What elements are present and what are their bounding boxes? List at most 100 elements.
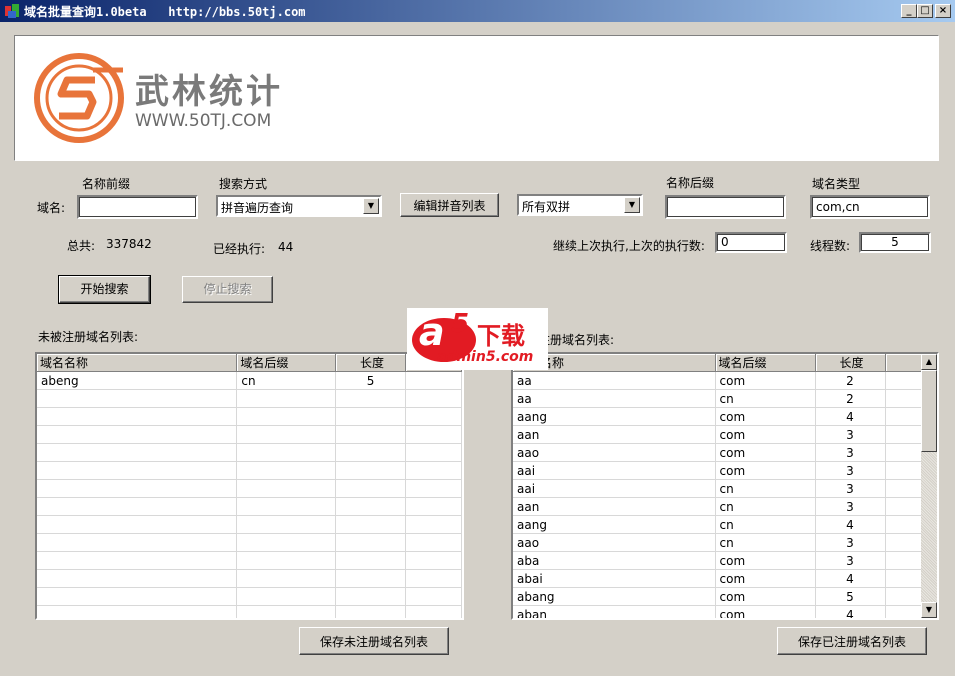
empty-table-row — [37, 551, 462, 570]
table-row[interactable]: aai cn 3 — [513, 479, 924, 498]
table-row[interactable]: abai com 4 — [513, 569, 924, 588]
save-unregistered-button[interactable]: 保存未注册域名列表 — [299, 627, 449, 655]
empty-table-row — [37, 515, 462, 534]
empty-cell — [885, 389, 924, 408]
table-row[interactable]: aban com 4 — [513, 605, 924, 618]
table-row[interactable]: abeng cn 5 — [37, 371, 462, 390]
suffix-cell: com — [715, 443, 816, 462]
length-cell: 2 — [815, 389, 886, 408]
empty-cell — [405, 461, 462, 480]
edit-pinyin-button[interactable]: 编辑拼音列表 — [400, 193, 499, 217]
column-header-length[interactable]: 长度 — [815, 354, 886, 372]
length-cell: 3 — [815, 425, 886, 444]
empty-cell — [405, 371, 462, 390]
suffix-cell: com — [715, 371, 816, 390]
table-row[interactable]: abang com 5 — [513, 587, 924, 606]
total-value: 337842 — [106, 237, 152, 251]
a5-watermark-logo: a 5 下载 admin5.com — [407, 308, 548, 370]
table-row[interactable]: aang com 4 — [513, 407, 924, 426]
length-cell: 4 — [815, 605, 886, 618]
domain-name-cell: aai — [513, 461, 716, 480]
suffix-cell: com — [715, 569, 816, 588]
table-row[interactable]: aang cn 4 — [513, 515, 924, 534]
prefix-input[interactable] — [77, 195, 198, 219]
resume-input[interactable]: 0 — [715, 232, 787, 253]
unregistered-table[interactable]: 域名名称 域名后缀 长度 abeng cn 5 — [35, 352, 464, 620]
empty-table-row — [37, 605, 462, 618]
empty-cell — [236, 587, 337, 606]
column-header-length[interactable]: 长度 — [335, 354, 406, 372]
empty-table-row — [37, 569, 462, 588]
domain-name-cell: aao — [513, 443, 716, 462]
domain-label: 域名: — [37, 201, 66, 215]
domain-name-cell: aang — [513, 407, 716, 426]
threads-label: 线程数: — [810, 239, 851, 253]
table-row[interactable]: aa com 2 — [513, 371, 924, 390]
suffix-cell: cn — [715, 533, 816, 552]
table-row[interactable]: aa cn 2 — [513, 389, 924, 408]
vertical-scrollbar[interactable]: ▲ ▼ — [921, 354, 937, 618]
table-row[interactable]: aai com 3 — [513, 461, 924, 480]
empty-cell — [335, 551, 406, 570]
empty-cell — [236, 497, 337, 516]
domain-name-cell: aa — [513, 389, 716, 408]
registered-table[interactable]: 域名名称 域名后缀 长度 aacom2aacn2aangcom4aancom3a… — [511, 352, 939, 620]
chevron-down-icon[interactable]: ▼ — [363, 198, 379, 214]
domain-type-label: 域名类型 — [812, 177, 861, 191]
empty-cell — [885, 479, 924, 498]
stop-search-button[interactable]: 停止搜索 — [182, 276, 273, 303]
empty-cell — [236, 389, 337, 408]
logo-url-text: WWW.50TJ.COM — [135, 111, 272, 131]
empty-table-row — [37, 533, 462, 552]
banner: 武林统计 WWW.50TJ.COM — [14, 35, 939, 161]
title-bar[interactable]: 域名批量查询1.0beta http://bbs.50tj.com _ □ × — [0, 0, 955, 22]
pinyin-mode-select[interactable]: 所有双拼 ▼ — [517, 194, 643, 216]
a5-logo-site: admin5.com — [437, 349, 534, 365]
table-row[interactable]: aan com 3 — [513, 425, 924, 444]
column-header-suffix[interactable]: 域名后缀 — [236, 354, 337, 372]
table-row[interactable]: aao cn 3 — [513, 533, 924, 552]
table-row[interactable]: aao com 3 — [513, 443, 924, 462]
empty-cell — [335, 443, 406, 462]
minimize-button[interactable]: _ — [901, 4, 917, 18]
save-registered-button[interactable]: 保存已注册域名列表 — [777, 627, 927, 655]
column-header-domain-name[interactable]: 域名名称 — [37, 354, 238, 372]
chevron-down-icon[interactable]: ▼ — [624, 197, 640, 213]
empty-cell — [885, 497, 924, 516]
length-cell: 5 — [335, 371, 406, 390]
length-cell: 4 — [815, 407, 886, 426]
maximize-button[interactable]: □ — [917, 4, 933, 18]
empty-cell — [37, 605, 238, 618]
empty-cell — [885, 461, 924, 480]
empty-cell — [885, 443, 924, 462]
column-header-suffix[interactable]: 域名后缀 — [715, 354, 816, 372]
threads-input[interactable]: 5 — [859, 232, 931, 253]
empty-cell — [236, 515, 337, 534]
empty-cell — [405, 425, 462, 444]
scroll-up-icon[interactable]: ▲ — [921, 354, 937, 370]
empty-cell — [236, 443, 337, 462]
unregistered-list-title: 未被注册域名列表: — [38, 330, 139, 344]
empty-cell — [405, 551, 462, 570]
table-row[interactable]: aan cn 3 — [513, 497, 924, 516]
empty-cell — [335, 389, 406, 408]
scroll-down-icon[interactable]: ▼ — [921, 602, 937, 618]
empty-cell — [335, 479, 406, 498]
table-row[interactable]: aba com 3 — [513, 551, 924, 570]
pinyin-mode-value: 所有双拼 — [522, 200, 571, 214]
empty-table-row — [37, 479, 462, 498]
search-mode-select[interactable]: 拼音遍历查询 ▼ — [216, 195, 382, 217]
close-button[interactable]: × — [935, 4, 951, 18]
scrollbar-thumb[interactable] — [921, 370, 937, 452]
executed-label: 已经执行: — [213, 242, 266, 256]
empty-cell — [236, 425, 337, 444]
logo-mark-icon — [34, 53, 124, 143]
domain-name-cell: abeng — [37, 371, 238, 390]
empty-cell — [236, 551, 337, 570]
start-search-button[interactable]: 开始搜索 — [58, 275, 151, 304]
domain-name-cell: aan — [513, 497, 716, 516]
domain-type-input[interactable]: com,cn — [810, 195, 930, 219]
suffix-input[interactable] — [665, 195, 786, 219]
suffix-cell: com — [715, 425, 816, 444]
a5-logo-text: 下载 — [477, 322, 525, 350]
